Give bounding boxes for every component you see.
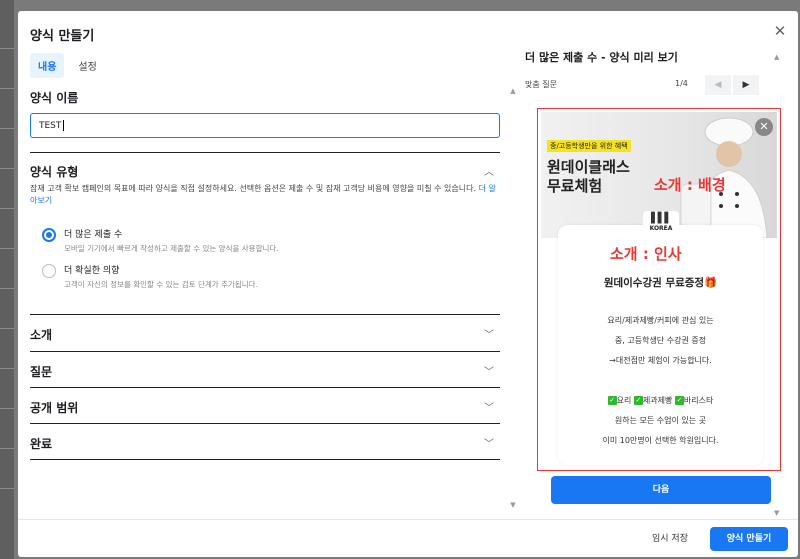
form-editor-panel: 양식 이름 TEST 양식 유형 ︿ 잠재 고객 확보 캠페인의 목표에 따라 … [18, 77, 518, 517]
chevron-down-icon[interactable]: ﹀ [484, 435, 494, 450]
option-label: 더 많은 제출 수 [64, 230, 123, 240]
option-higher-intent[interactable]: 더 확실한 의향 고객이 자신의 정보를 확인할 수 있는 검토 단계가 추가됩… [42, 263, 258, 290]
gift-icon: 🎁 [704, 277, 718, 289]
divider [30, 314, 500, 315]
scroll-up-icon[interactable]: ▲ [774, 53, 779, 61]
divider [30, 152, 500, 153]
chevron-down-icon[interactable]: ﹀ [484, 363, 494, 378]
save-draft-button[interactable]: 임시 저장 [640, 527, 700, 551]
divider [30, 459, 500, 460]
radio-unselected[interactable] [42, 264, 56, 278]
preview-panel: 더 많은 제출 수 - 양식 미리 보기 ▲ 맞춤 질문 1/4 ◀ ▶ 중/고… [518, 47, 798, 517]
modal-footer: 임시 저장 양식 만들기 [18, 519, 798, 557]
chevron-up-icon[interactable]: ︿ [484, 163, 494, 178]
left-scrollbar[interactable]: ▲ ▼ [509, 77, 517, 517]
check-icon: ✓ [674, 396, 684, 405]
preview-title: 더 많은 제출 수 - 양식 미리 보기 [525, 51, 678, 64]
scroll-up-icon[interactable]: ▲ [509, 87, 517, 95]
divider [30, 351, 500, 352]
section-intro[interactable]: 소개 [30, 326, 52, 343]
question-label: 맞춤 질문 [525, 80, 557, 89]
promo-headline: 원데이클래스 무료체험 [547, 158, 630, 195]
option-sub: 고객이 자신의 정보를 확인할 수 있는 검토 단계가 추가됩니다. [64, 280, 258, 289]
tab-settings[interactable]: 설정 [70, 53, 104, 78]
card-body: 요리/제과제빵/커피에 관심 있는 중, 고등학생단 수강권 증정 →대전점만 … [602, 316, 719, 445]
close-icon[interactable]: ✕ [755, 118, 773, 136]
card-heading: 원데이수강권 무료증정🎁 [603, 277, 718, 289]
form-preview: 중/고등학생만을 위한 혜택 원데이클래스 무료체험 ✕ 소개 : 배경 ▌▌▌… [537, 108, 781, 471]
next-page-icon[interactable]: ▶ [733, 75, 759, 95]
logo-icon: ▌▌▌ [650, 213, 672, 224]
intro-card: ▌▌▌ KOREA 소개 : 인사 원데이수강권 무료증정🎁 요리/제과제빵/커… [558, 211, 763, 465]
form-name-input[interactable]: TEST [30, 113, 500, 138]
option-more-volume[interactable]: 더 많은 제출 수 모바일 기기에서 빠르게 작성하고 제출할 수 있는 양식을… [42, 227, 279, 254]
tab-content[interactable]: 내용 [30, 53, 65, 78]
chevron-down-icon[interactable]: ﹀ [484, 326, 494, 341]
annotation-intro-greeting: 소개 : 인사 [610, 245, 682, 263]
question-nav-bar: 맞춤 질문 1/4 ◀ ▶ [525, 75, 767, 95]
page-counter: 1/4 [675, 79, 688, 88]
divider [30, 387, 500, 388]
tab-bar: 내용 설정 [30, 53, 105, 78]
form-type-title: 양식 유형 [30, 165, 79, 179]
prev-page-icon[interactable]: ◀ [705, 75, 731, 95]
chevron-down-icon[interactable]: ﹀ [484, 399, 494, 414]
section-completion[interactable]: 완료 [30, 435, 52, 452]
create-form-button[interactable]: 양식 만들기 [710, 527, 788, 551]
option-label: 더 확실한 의향 [64, 266, 120, 276]
form-type-description: 잠재 고객 확보 캠페인의 목표에 따라 양식을 직접 설정하세요. 선택한 옵… [30, 184, 496, 205]
section-privacy[interactable]: 공개 범위 [30, 399, 78, 416]
check-icon: ✓ [607, 396, 617, 405]
annotation-intro-background: 소개 : 배경 [654, 176, 726, 194]
next-button[interactable]: 다음 [551, 476, 771, 504]
scroll-down-icon[interactable]: ▼ [509, 501, 517, 509]
modal-title: 양식 만들기 [30, 29, 95, 44]
scroll-down-icon[interactable]: ▼ [774, 509, 779, 517]
check-icon: ✓ [633, 396, 643, 405]
logo: ▌▌▌ KOREA [643, 211, 679, 243]
option-sub: 모바일 기기에서 빠르게 작성하고 제출할 수 있는 양식을 사용합니다. [64, 244, 279, 253]
section-questions[interactable]: 질문 [30, 363, 52, 380]
radio-selected[interactable] [42, 228, 56, 242]
promo-badge: 중/고등학생만을 위한 혜택 [547, 140, 631, 152]
background-table-strip [0, 0, 14, 559]
create-form-modal: 양식 만들기 ✕ 내용 설정 양식 이름 TEST 양식 유형 ︿ 잠재 고객 … [18, 11, 798, 557]
form-name-title: 양식 이름 [30, 91, 79, 105]
close-icon[interactable]: ✕ [772, 23, 788, 39]
divider [30, 423, 500, 424]
